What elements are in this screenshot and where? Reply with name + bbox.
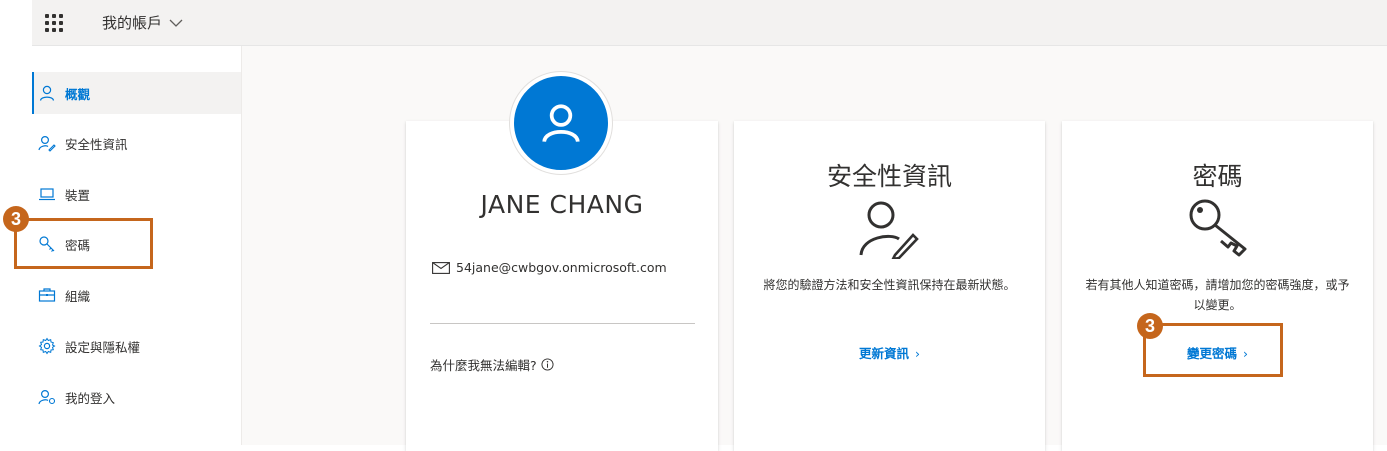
security-info-icon: [38, 134, 56, 152]
password-title: 密碼: [1192, 162, 1243, 191]
update-info-label: 更新資訊: [858, 346, 909, 361]
sidebar-item-security-info[interactable]: 安全性資訊: [32, 122, 241, 164]
why-cant-edit-link[interactable]: 為什麼我無法編輯?: [430, 355, 554, 374]
person-icon: [38, 84, 56, 102]
sidebar-item-label: 概觀: [65, 86, 91, 102]
info-icon[interactable]: [541, 358, 554, 371]
sidebar-item-label: 安全性資訊: [65, 136, 128, 152]
security-info-title: 安全性資訊: [826, 162, 952, 191]
sign-in-icon: [38, 388, 56, 406]
top-bar: 我的帳戶: [32, 0, 1387, 46]
app-launcher-icon[interactable]: [45, 14, 63, 32]
step-badge: 3: [1137, 313, 1163, 339]
laptop-icon: [38, 185, 56, 203]
update-info-link[interactable]: 更新資訊 ›: [734, 343, 1045, 362]
password-card: 密碼 若有其他人知道密碼，請增加您的密碼強度，或予以變更。 變更密碼 ›: [1062, 121, 1373, 451]
divider: [430, 323, 695, 324]
mail-icon: [432, 261, 450, 274]
sidebar-item-label: 設定與隱私權: [65, 339, 141, 355]
gear-icon: [38, 337, 56, 355]
chevron-down-icon: [169, 19, 183, 27]
why-cant-edit-label: 為什麼我無法編輯?: [430, 358, 537, 373]
sidebar-item-label: 組織: [65, 288, 91, 304]
security-info-card: 安全性資訊 將您的驗證方法和安全性資訊保持在最新狀態。 更新資訊 ›: [734, 121, 1045, 451]
sidebar-item-label: 裝置: [65, 187, 91, 203]
email-row: 54jane@cwbgov.onmicrosoft.com: [432, 260, 667, 275]
sidebar-item-overview[interactable]: 概觀: [32, 72, 241, 114]
sidebar-item-organizations[interactable]: 組織: [32, 274, 241, 316]
sidebar-item-label: 我的登入: [65, 390, 116, 406]
sidebar-item-my-sign-ins[interactable]: 我的登入: [32, 376, 241, 418]
change-password-callout: [1143, 323, 1283, 377]
step-badge: 3: [3, 206, 29, 232]
password-card-key-icon: [1187, 197, 1249, 263]
app-title-dropdown[interactable]: 我的帳戶: [102, 12, 184, 33]
password-description: 若有其他人知道密碼，請增加您的密碼強度，或予以變更。: [1085, 278, 1350, 312]
briefcase-icon: [38, 286, 56, 304]
sidebar-password-callout: [14, 218, 153, 269]
app-title: 我的帳戶: [102, 14, 163, 32]
email-address: 54jane@cwbgov.onmicrosoft.com: [456, 260, 667, 275]
sidebar-item-settings-privacy[interactable]: 設定與隱私權: [32, 325, 241, 367]
person-avatar-icon: [542, 104, 580, 143]
security-info-card-icon: [859, 199, 919, 263]
security-info-description: 將您的驗證方法和安全性資訊保持在最新狀態。: [763, 278, 1016, 292]
main-content: JANE CHANG 54jane@cwbgov.onmicrosoft.com…: [242, 46, 1387, 451]
sidebar-item-devices[interactable]: 裝置: [32, 173, 241, 215]
profile-name: JANE CHANG: [480, 190, 644, 219]
avatar: [510, 72, 612, 174]
chevron-right-icon: ›: [915, 346, 920, 361]
